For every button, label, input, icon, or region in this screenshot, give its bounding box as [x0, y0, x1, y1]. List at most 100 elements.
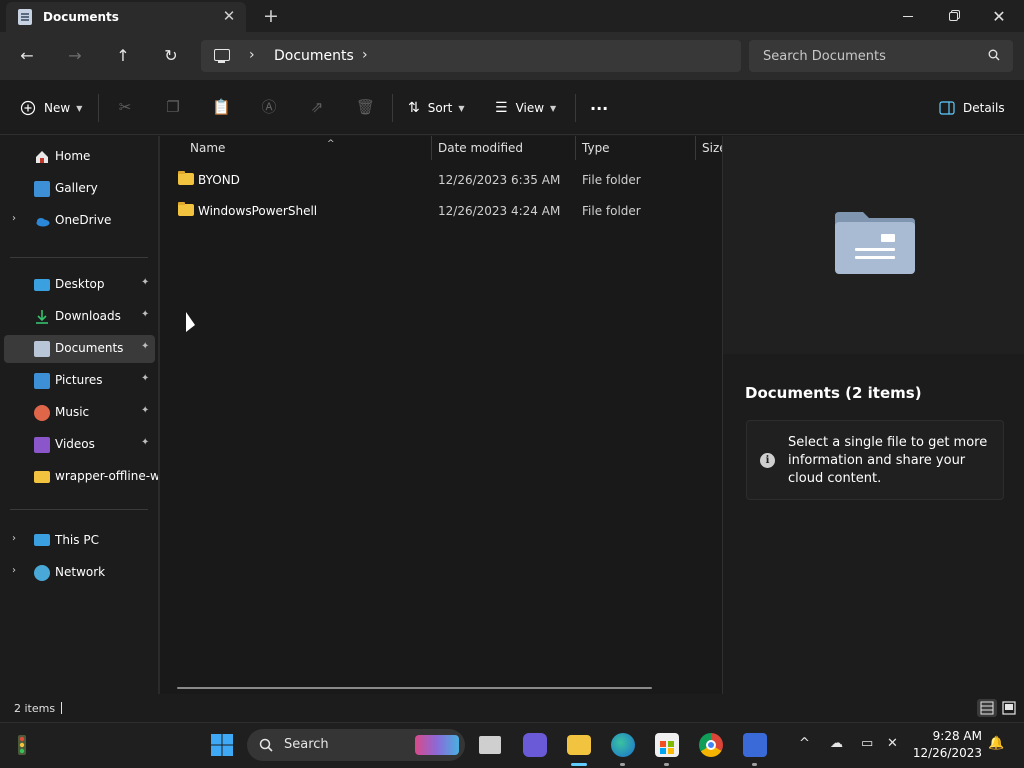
expand-chevron-icon[interactable]: ›	[12, 565, 16, 576]
documents-icon	[34, 341, 50, 357]
pin-icon[interactable]: ✦	[141, 277, 149, 288]
tab-close-icon[interactable]: ✕	[221, 8, 237, 24]
videos-icon	[34, 437, 50, 453]
network-status-icon[interactable]: ▭	[861, 736, 873, 751]
details-toggle-button[interactable]: Details	[939, 97, 1005, 119]
download-icon	[34, 309, 50, 325]
file-date: 12/26/2023 4:24 AM	[438, 204, 561, 218]
sidebar-item-documents[interactable]: Documents ✦	[4, 335, 155, 363]
sidebar-item-home[interactable]: Home	[4, 143, 155, 171]
tab-documents[interactable]: Documents ✕	[6, 2, 246, 32]
paste-icon[interactable]: 📋	[212, 98, 231, 116]
divider	[392, 94, 393, 122]
remote-app-icon[interactable]	[743, 733, 767, 757]
up-button[interactable]: ↑	[109, 44, 137, 68]
sidebar-item-downloads[interactable]: Downloads ✦	[4, 303, 155, 331]
clock-date[interactable]: 12/26/2023	[912, 746, 982, 760]
delete-icon[interactable]: 🗑	[356, 98, 375, 116]
search-icon[interactable]	[988, 49, 1000, 61]
task-view-icon[interactable]	[479, 736, 501, 754]
new-label: New	[44, 101, 71, 115]
restore-icon	[948, 11, 958, 21]
sort-button[interactable]: ⇅ Sort ▼	[408, 97, 465, 119]
onedrive-offline-icon[interactable]: ☁	[830, 736, 843, 751]
column-header-type[interactable]: Type	[576, 136, 696, 160]
expand-chevron-icon[interactable]: ›	[12, 533, 16, 544]
pin-icon[interactable]: ✦	[141, 405, 149, 416]
sidebar-item-videos[interactable]: Videos ✦	[4, 431, 155, 459]
pin-icon[interactable]: ✦	[141, 341, 149, 352]
sidebar-item-wrapper-offline[interactable]: wrapper-offline-wi	[4, 463, 158, 491]
status-bar: 2 items	[0, 694, 1024, 722]
info-icon: i	[760, 453, 775, 468]
chrome-browser-icon[interactable]	[699, 733, 723, 757]
details-view-icon	[980, 701, 994, 715]
sidebar-item-gallery[interactable]: Gallery	[4, 175, 155, 203]
sidebar-item-desktop[interactable]: Desktop ✦	[4, 271, 155, 299]
edge-browser-icon[interactable]	[611, 733, 635, 757]
more-options-button[interactable]: ···	[590, 97, 608, 119]
breadcrumb-separator[interactable]: ›	[249, 47, 255, 63]
running-indicator	[620, 763, 625, 766]
forward-button[interactable]: →	[61, 44, 89, 68]
column-header-size[interactable]: Size	[696, 136, 722, 160]
clock-time[interactable]: 9:28 AM	[930, 729, 982, 743]
notification-bell-icon[interactable]: 🔔	[988, 736, 1004, 751]
documents-folder-icon	[835, 212, 915, 274]
sidebar-item-label: Pictures	[55, 373, 103, 387]
pc-icon[interactable]	[214, 49, 230, 63]
sidebar-item-music[interactable]: Music ✦	[4, 399, 155, 427]
breadcrumb-documents[interactable]: Documents	[274, 48, 354, 64]
pin-icon[interactable]: ✦	[141, 437, 149, 448]
cut-icon[interactable]: ✂	[116, 98, 134, 116]
file-date: 12/26/2023 6:35 AM	[438, 173, 561, 187]
file-type: File folder	[582, 173, 641, 187]
new-button[interactable]: New ▼	[20, 97, 82, 119]
sidebar-item-this-pc[interactable]: › This PC	[4, 527, 155, 555]
taskbar-search[interactable]: Search	[247, 729, 465, 761]
view-button[interactable]: ☰ View ▼	[495, 97, 556, 119]
minimize-button[interactable]	[885, 0, 931, 32]
sort-label: Sort	[427, 101, 453, 115]
refresh-button[interactable]: ↻	[157, 44, 185, 68]
restore-button[interactable]	[930, 0, 976, 32]
sidebar-item-onedrive[interactable]: › OneDrive	[4, 207, 155, 235]
copy-icon[interactable]: ❐	[164, 98, 182, 116]
share-icon[interactable]: ⇗	[308, 98, 326, 116]
column-header-date[interactable]: Date modified	[432, 136, 576, 160]
taskbar: Search ^ ☁ ▭ ✕ 9:28 AM 12/26/2023 🔔	[0, 722, 1024, 768]
details-title: Documents (2 items)	[745, 384, 922, 402]
file-explorer-icon[interactable]	[567, 735, 591, 755]
network-icon	[34, 565, 50, 581]
address-bar[interactable]: › Documents ›	[201, 40, 741, 72]
start-icon[interactable]	[210, 733, 234, 757]
pin-icon[interactable]: ✦	[141, 373, 149, 384]
details-view-button[interactable]	[977, 699, 997, 717]
horizontal-scrollbar[interactable]	[177, 687, 652, 689]
table-row[interactable]: BYOND 12/26/2023 6:35 AM File folder	[170, 166, 722, 194]
back-button[interactable]: ←	[13, 44, 41, 68]
expand-chevron-icon[interactable]: ›	[12, 213, 16, 224]
tiles-view-button[interactable]	[999, 699, 1019, 717]
rename-icon[interactable]: Ⓐ	[260, 98, 278, 116]
sidebar-item-label: Network	[55, 565, 106, 579]
close-window-button[interactable]: ✕	[976, 0, 1022, 32]
show-hidden-icons-chevron-icon[interactable]: ^	[799, 736, 810, 751]
search-input[interactable]	[749, 40, 1013, 72]
view-label: View	[515, 101, 545, 115]
chevron-down-icon: ▼	[550, 103, 557, 113]
breadcrumb-separator[interactable]: ›	[362, 47, 368, 63]
table-row[interactable]: WindowsPowerShell 12/26/2023 4:24 AM Fil…	[170, 197, 722, 225]
widgets-icon[interactable]	[10, 733, 34, 757]
sidebar-item-label: Documents	[55, 341, 124, 355]
volume-muted-icon[interactable]: ✕	[887, 736, 898, 751]
teams-chat-icon[interactable]	[523, 733, 547, 757]
microsoft-store-icon[interactable]	[655, 733, 679, 757]
new-tab-button[interactable]: +	[262, 6, 280, 26]
home-icon	[34, 149, 50, 165]
details-label: Details	[963, 101, 1005, 115]
sidebar-item-pictures[interactable]: Pictures ✦	[4, 367, 155, 395]
pin-icon[interactable]: ✦	[141, 309, 149, 320]
sidebar-item-network[interactable]: › Network	[4, 559, 155, 587]
column-header-name[interactable]: Name ^	[184, 136, 432, 160]
